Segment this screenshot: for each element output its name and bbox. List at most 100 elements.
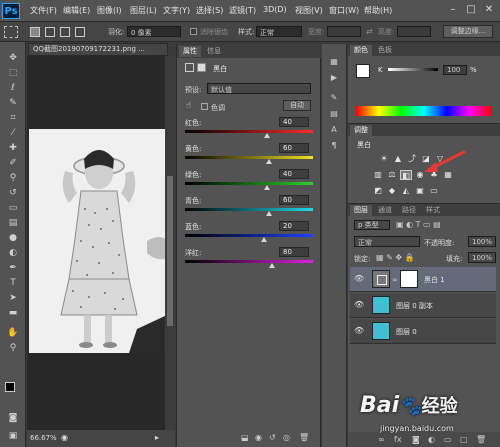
- paragraph-panel-icon[interactable]: ¶: [327, 140, 341, 152]
- menu-type[interactable]: 文字(Y): [163, 5, 190, 16]
- visibility-toggle-icon[interactable]: ◎: [283, 433, 290, 442]
- close-button[interactable]: ✕: [482, 4, 496, 16]
- slider-green-value[interactable]: 40: [279, 169, 309, 179]
- hue-saturation-icon[interactable]: ▥: [372, 170, 384, 180]
- slider-cyan-thumb[interactable]: [266, 211, 273, 216]
- layer-row[interactable]: 👁 图层 0 副本: [350, 293, 496, 318]
- blur-tool-icon[interactable]: ●: [3, 232, 23, 245]
- menu-image[interactable]: 图像(I): [97, 5, 122, 16]
- tab-layers[interactable]: 图层: [350, 205, 372, 216]
- brightness-icon[interactable]: ☀: [378, 154, 390, 164]
- width-input[interactable]: [327, 26, 361, 37]
- tab-properties[interactable]: 属性: [179, 46, 201, 57]
- lock-icons[interactable]: ▦ ✎ ✥ 🔒: [376, 253, 415, 262]
- threshold-icon[interactable]: ◭: [400, 186, 412, 196]
- pen-tool-icon[interactable]: ✒: [3, 262, 23, 275]
- visibility-eye-icon[interactable]: 👁: [354, 275, 364, 283]
- view-previous-icon[interactable]: ◉: [255, 433, 262, 442]
- swap-icon[interactable]: ⇄: [366, 27, 373, 36]
- character-panel-icon[interactable]: A: [327, 124, 341, 136]
- posterize-icon[interactable]: ◆: [386, 186, 398, 196]
- healing-brush-tool-icon[interactable]: ✚: [3, 142, 23, 155]
- new-layer-icon[interactable]: ▢: [460, 435, 468, 444]
- auto-button[interactable]: 自动: [283, 100, 311, 111]
- path-select-tool-icon[interactable]: ➤: [3, 292, 23, 305]
- subtract-selection-icon[interactable]: [60, 27, 70, 37]
- layer-kind-filter[interactable]: p 类型: [354, 220, 390, 230]
- slider-red-value[interactable]: 40: [279, 117, 309, 127]
- rect-marquee-tool-icon[interactable]: ⬚: [3, 67, 23, 80]
- new-selection-icon[interactable]: [30, 27, 40, 37]
- fill-input[interactable]: 100%: [468, 252, 496, 263]
- quick-select-tool-icon[interactable]: ✎: [3, 97, 23, 110]
- canvas-scrollbar[interactable]: [165, 56, 175, 430]
- slider-yellow-value[interactable]: 60: [279, 143, 309, 153]
- black-white-icon[interactable]: ◧: [400, 170, 412, 180]
- clip-to-layer-icon[interactable]: ⬓: [241, 433, 249, 442]
- slider-magenta-track[interactable]: [185, 260, 313, 263]
- tab-info[interactable]: 信息: [203, 46, 225, 57]
- tint-checkbox[interactable]: [201, 103, 208, 110]
- slider-cyan-value[interactable]: 60: [279, 195, 309, 205]
- levels-icon[interactable]: ▲: [392, 154, 404, 164]
- slider-magenta-thumb[interactable]: [269, 263, 276, 268]
- color-foreground-swatch[interactable]: [356, 64, 370, 78]
- type-tool-icon[interactable]: T: [3, 277, 23, 290]
- gradient-tool-icon[interactable]: ▤: [3, 217, 23, 230]
- menu-view[interactable]: 视图(V): [295, 5, 323, 16]
- slider-green-track[interactable]: [185, 182, 313, 185]
- slider-red-thumb[interactable]: [263, 133, 270, 138]
- tab-swatches[interactable]: 色板: [374, 45, 396, 56]
- curves-icon[interactable]: ⤴: [406, 154, 418, 164]
- history-panel-icon[interactable]: ▦: [327, 56, 341, 68]
- zoom-tool-icon[interactable]: ⚲: [3, 342, 23, 355]
- antialias-checkbox[interactable]: [190, 28, 197, 35]
- fx-icon[interactable]: fx: [394, 435, 402, 444]
- history-brush-tool-icon[interactable]: ↺: [3, 187, 23, 200]
- invert-icon[interactable]: ◩: [372, 186, 384, 196]
- target-adjust-icon[interactable]: ☝: [186, 101, 191, 111]
- visibility-eye-icon[interactable]: 👁: [354, 327, 364, 335]
- k-slider-track[interactable]: [388, 68, 438, 71]
- layer-name[interactable]: 黑白 1: [424, 275, 445, 285]
- refine-edge-button[interactable]: 调整边缘...: [443, 25, 493, 38]
- layer-row[interactable]: 👁 ∞ 黑白 1: [350, 267, 496, 292]
- menu-select[interactable]: 选择(S): [196, 5, 223, 16]
- slider-blue-track[interactable]: [185, 234, 313, 237]
- slider-red-track[interactable]: [185, 130, 313, 133]
- slider-magenta-value[interactable]: 80: [279, 247, 309, 257]
- status-info-icon[interactable]: ◉: [61, 433, 68, 442]
- screen-mode-icon[interactable]: ▣: [3, 430, 23, 443]
- intersect-selection-icon[interactable]: [75, 27, 85, 37]
- menu-filter[interactable]: 滤镜(T): [229, 5, 256, 16]
- reset-icon[interactable]: ↺: [269, 433, 276, 442]
- height-input[interactable]: [397, 26, 431, 37]
- swatches-panel-icon[interactable]: ▤: [327, 108, 341, 120]
- document-tab[interactable]: QQ截图20190709172231.png ...: [28, 43, 168, 56]
- minimize-button[interactable]: –: [446, 4, 460, 16]
- menu-help[interactable]: 帮助(H): [364, 5, 392, 16]
- menu-window[interactable]: 窗口(W): [329, 5, 359, 16]
- zoom-level[interactable]: 66.67%: [30, 434, 57, 442]
- tab-adjustments[interactable]: 调整: [350, 125, 372, 136]
- lasso-tool-icon[interactable]: ℓ: [3, 82, 23, 95]
- k-value-input[interactable]: 100: [443, 65, 467, 75]
- chain-link-icon[interactable]: ∞: [392, 276, 398, 284]
- menu-layer[interactable]: 图层(L): [130, 5, 157, 16]
- eyedropper-tool-icon[interactable]: ⁄: [3, 127, 23, 140]
- tab-paths[interactable]: 路径: [398, 205, 420, 216]
- tab-styles[interactable]: 样式: [422, 205, 444, 216]
- slider-blue-thumb[interactable]: [261, 237, 268, 242]
- layer-name[interactable]: 图层 0: [396, 327, 417, 337]
- brush-panel-icon[interactable]: ✎: [327, 92, 341, 104]
- clone-stamp-tool-icon[interactable]: ⚲: [3, 172, 23, 185]
- visibility-eye-icon[interactable]: 👁: [354, 301, 364, 309]
- actions-panel-icon[interactable]: ▶: [327, 72, 341, 84]
- feather-input[interactable]: 0 像素: [127, 26, 181, 37]
- add-mask-icon[interactable]: ◙: [412, 435, 420, 444]
- gradient-map-icon[interactable]: ▭: [428, 186, 440, 196]
- delete-adjustment-icon[interactable]: 🗑: [299, 433, 309, 442]
- new-adjustment-icon[interactable]: ◐: [428, 435, 435, 444]
- scrollbar-thumb[interactable]: [167, 176, 173, 326]
- mask-icon[interactable]: [197, 63, 206, 72]
